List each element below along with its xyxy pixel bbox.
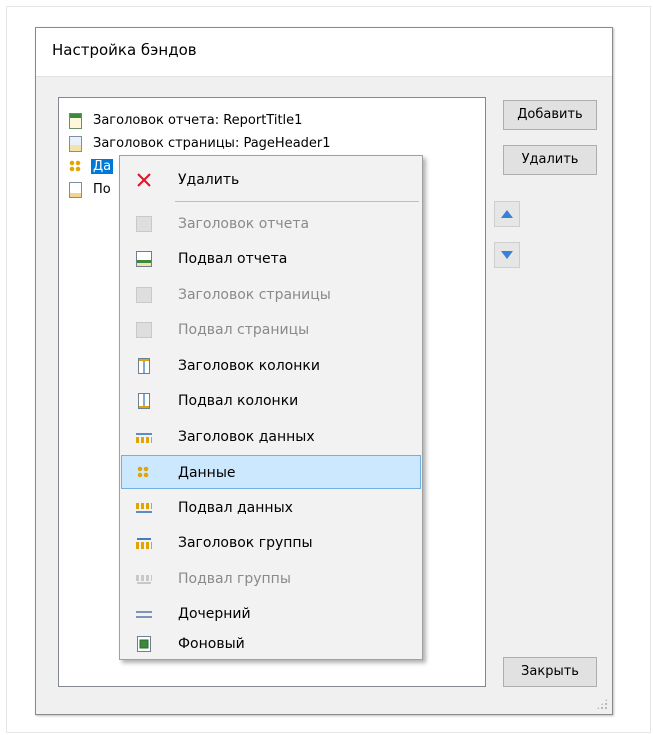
menu-item-label: Подвал группы [178, 571, 291, 587]
page-footer-band-icon [69, 182, 82, 198]
menu-item-overlay[interactable]: Фоновый [121, 627, 421, 661]
menu-item-label: Заголовок данных [178, 429, 315, 445]
move-up-button[interactable] [494, 201, 520, 227]
menu-item-column-footer[interactable]: Подвал колонки [121, 384, 421, 418]
data-footer-icon [136, 500, 152, 516]
report-title-icon [136, 216, 152, 232]
tree-item-label-selected: Да [91, 159, 114, 174]
menu-item-label: Удалить [178, 172, 240, 188]
menu-item-report-footer[interactable]: Подвал отчета [121, 242, 421, 276]
data-band-icon [69, 159, 82, 175]
menu-item-group-footer[interactable]: Подвал группы [121, 562, 421, 596]
menu-item-label: Подвал страницы [178, 322, 310, 338]
page-header-band-icon [69, 136, 82, 152]
menu-item-page-footer[interactable]: Подвал страницы [121, 313, 421, 347]
arrow-up-icon [501, 210, 513, 218]
page-header-icon [136, 287, 152, 303]
column-footer-icon [138, 393, 150, 409]
resize-grip[interactable] [596, 698, 608, 710]
tree-item-label: Заголовок отчета: ReportTitle1 [93, 113, 303, 128]
column-header-icon [138, 358, 150, 374]
menu-item-group-header[interactable]: Заголовок группы [121, 526, 421, 560]
child-band-icon [136, 606, 152, 622]
report-title-band-icon [69, 113, 82, 129]
menu-item-label: Заголовок страницы [178, 287, 331, 303]
menu-item-label: Заголовок группы [178, 535, 313, 551]
menu-item-page-header[interactable]: Заголовок страницы [121, 278, 421, 312]
tree-item-label: Заголовок страницы: PageHeader1 [93, 136, 331, 151]
close-x-icon [137, 173, 151, 187]
menu-item-column-header[interactable]: Заголовок колонки [121, 349, 421, 383]
close-button[interactable]: Закрыть [503, 657, 597, 687]
menu-item-label: Дочерний [178, 606, 251, 622]
menu-item-label: Подвал отчета [178, 251, 288, 267]
data-header-icon [136, 429, 152, 445]
menu-item-data-header[interactable]: Заголовок данных [121, 420, 421, 454]
tree-item-label: По [93, 182, 111, 197]
menu-item-label: Подвал колонки [178, 393, 299, 409]
arrow-down-icon [501, 251, 513, 259]
menu-item-child[interactable]: Дочерний [121, 597, 421, 631]
page-footer-icon [136, 322, 152, 338]
delete-button[interactable]: Удалить [503, 145, 597, 175]
menu-item-label: Заголовок отчета [178, 216, 310, 232]
group-header-icon [136, 535, 152, 551]
dialog-titlebar: Настройка бэндов [36, 28, 612, 77]
menu-item-report-title[interactable]: Заголовок отчета [121, 207, 421, 241]
menu-item-label: Фоновый [178, 636, 245, 652]
context-menu: Удалить Заголовок отчета Подвал отчета З… [119, 155, 423, 660]
menu-item-label: Подвал данных [178, 500, 293, 516]
menu-item-data[interactable]: Данные [121, 455, 421, 489]
menu-item-delete[interactable]: Удалить [121, 163, 421, 197]
overlay-band-icon [137, 636, 151, 652]
menu-item-label: Данные [178, 465, 236, 481]
menu-separator [175, 201, 419, 202]
report-footer-icon [136, 251, 152, 267]
group-footer-icon [136, 571, 152, 587]
menu-item-label: Заголовок колонки [178, 358, 320, 374]
menu-item-data-footer[interactable]: Подвал данных [121, 491, 421, 525]
data-icon [136, 464, 152, 480]
add-button[interactable]: Добавить [503, 100, 597, 130]
move-down-button[interactable] [494, 242, 520, 268]
dialog-title: Настройка бэндов [52, 41, 197, 59]
